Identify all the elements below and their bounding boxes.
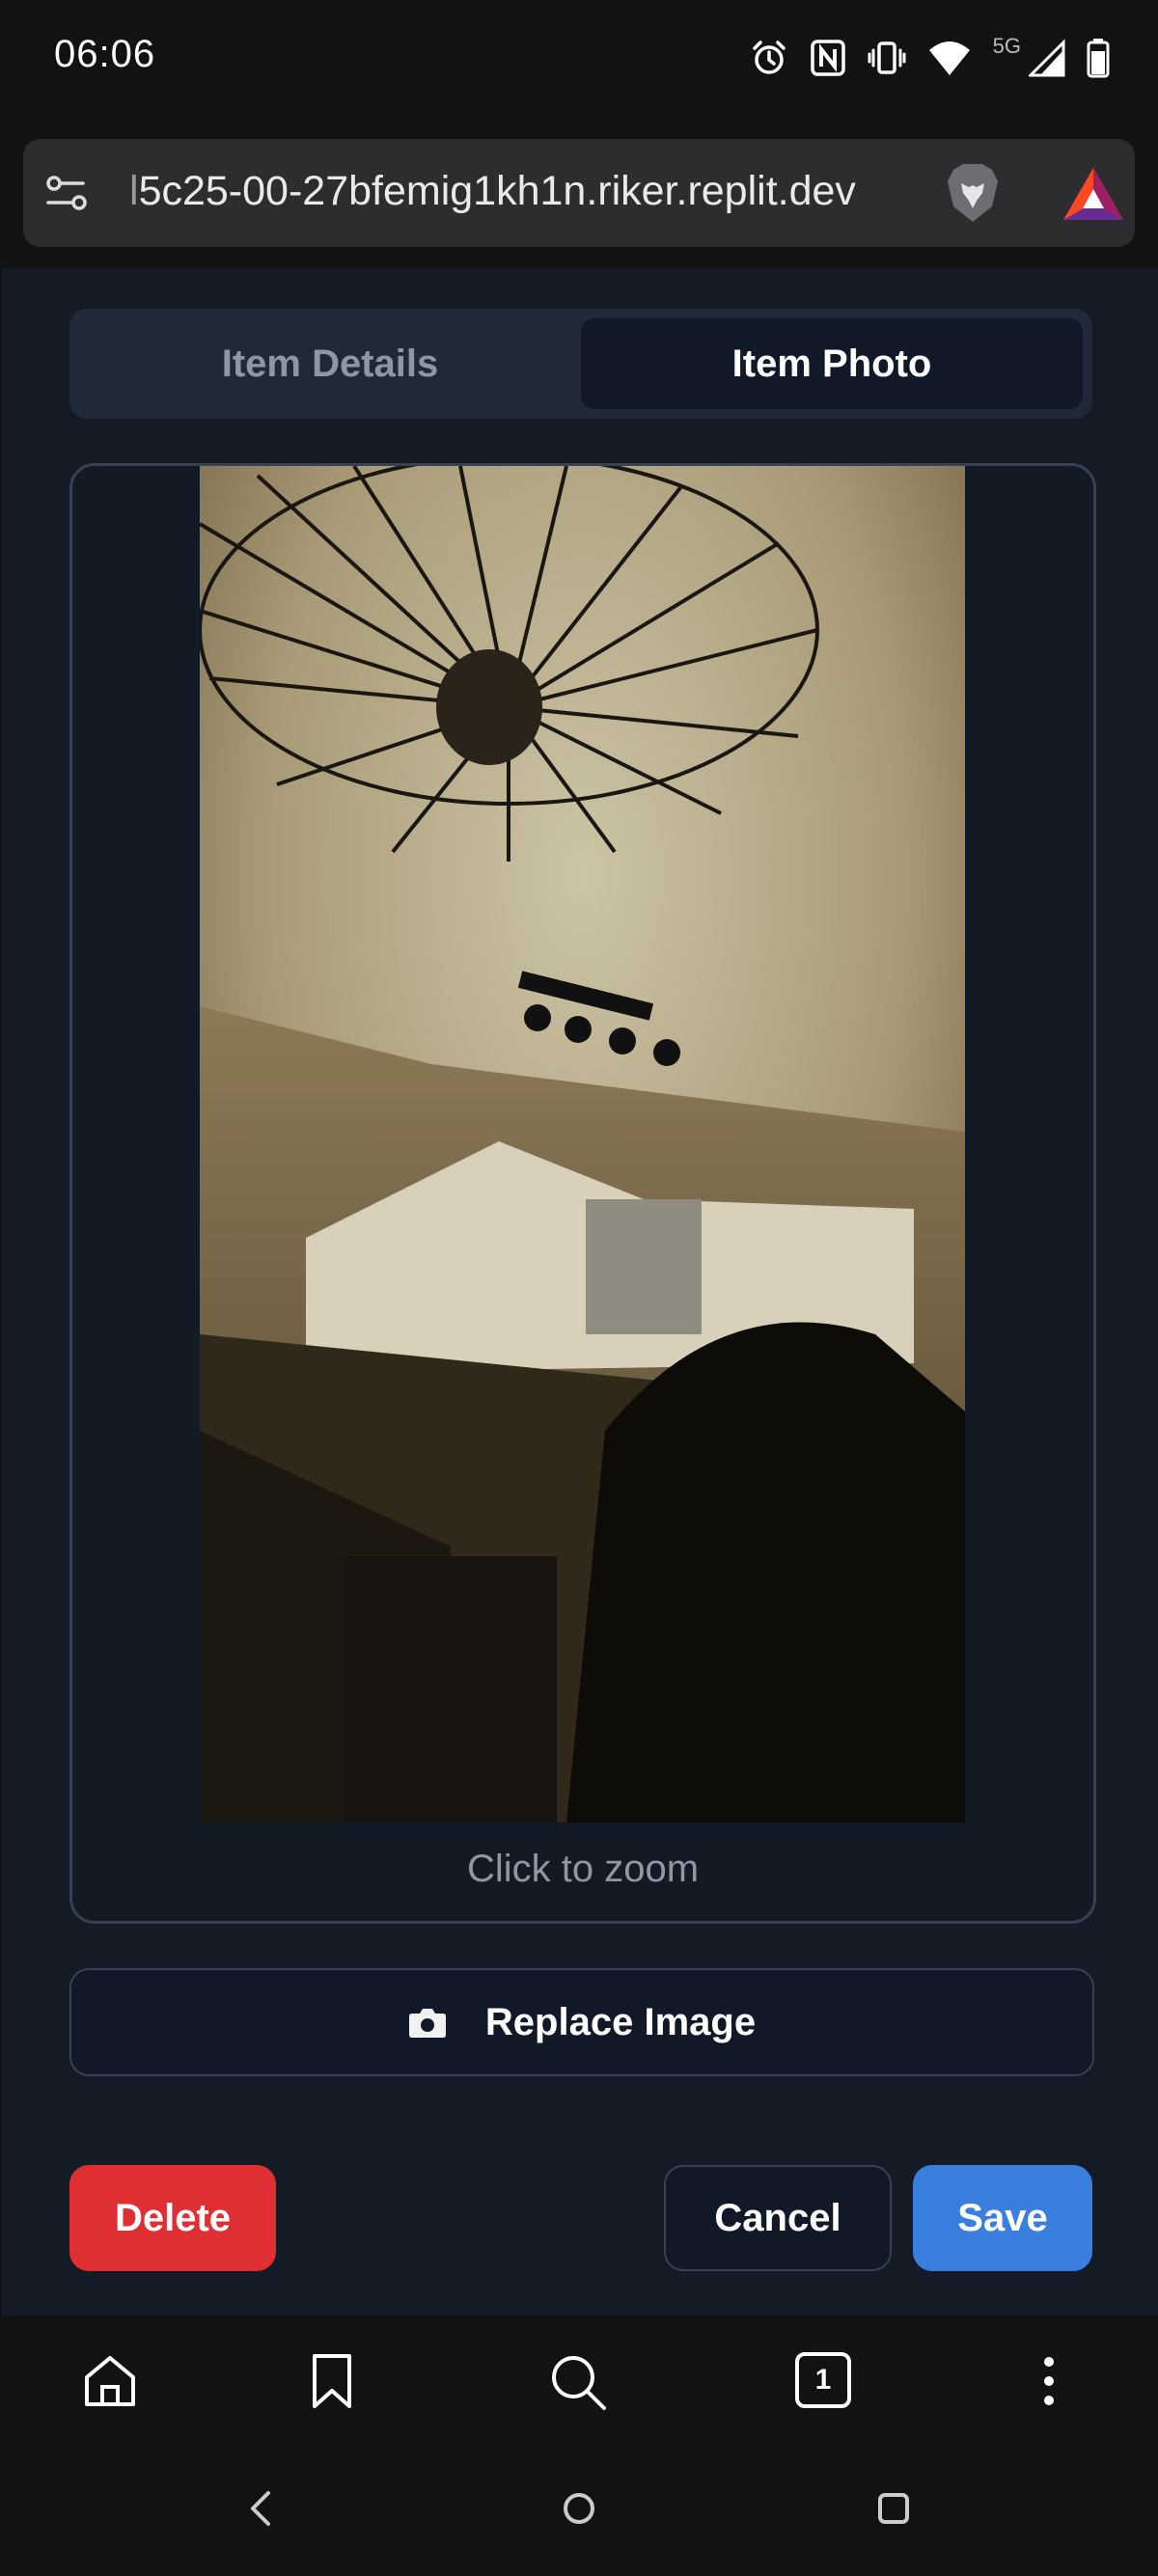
url-faded-prefix: l <box>129 168 139 214</box>
bookmark-icon[interactable] <box>307 2352 357 2410</box>
tabs-icon[interactable]: 1 <box>795 2352 851 2408</box>
cancel-button[interactable]: Cancel <box>664 2165 892 2271</box>
camera-icon <box>408 2009 446 2038</box>
network-type-label: 5G <box>992 34 1021 58</box>
zoom-hint: Click to zoom <box>466 1848 700 1890</box>
site-settings-icon[interactable] <box>41 166 95 220</box>
status-icons: 5G <box>750 31 1110 85</box>
tab-item-details[interactable]: Item Details <box>79 318 581 409</box>
nfc-icon <box>810 40 845 76</box>
signal-icon <box>1029 39 1065 77</box>
wifi-icon <box>928 41 970 75</box>
bat-rewards-icon[interactable] <box>1060 164 1127 224</box>
url-bar[interactable]: l5c25-00-27bfemig1kh1n.riker.replit.dev <box>23 139 1135 247</box>
item-photo[interactable] <box>200 466 965 1822</box>
home-icon[interactable] <box>81 2352 139 2410</box>
battery-icon <box>1087 39 1110 78</box>
system-nav-bar <box>0 2451 1158 2576</box>
photo-card[interactable]: Click to zoom <box>69 463 1096 1924</box>
back-icon[interactable] <box>241 2487 280 2530</box>
url-host: 5c25-00-27bfemig1kh1n.riker.replit.dev <box>138 168 856 214</box>
alarm-icon <box>752 41 786 74</box>
home-circle-icon[interactable] <box>558 2487 600 2530</box>
replace-image-label: Replace Image <box>484 2000 757 2043</box>
search-icon[interactable] <box>548 2352 608 2412</box>
recents-icon[interactable] <box>872 2487 915 2530</box>
browser-bottom-bar: 1 <box>0 2316 1158 2451</box>
delete-button[interactable]: Delete <box>69 2165 276 2271</box>
item-photo-image <box>200 466 965 1822</box>
replace-image-button[interactable]: Replace Image <box>69 1968 1094 2076</box>
brave-shields-icon[interactable] <box>938 158 1007 228</box>
tab-item-photo[interactable]: Item Photo <box>581 318 1083 409</box>
url-text[interactable]: l5c25-00-27bfemig1kh1n.riker.replit.dev <box>129 168 921 215</box>
item-editor: Item Details Item Photo Click to zoom Re… <box>0 268 1158 2316</box>
tab-bar: Item Details Item Photo <box>69 309 1092 419</box>
status-time: 06:06 <box>54 33 156 75</box>
more-icon[interactable] <box>1034 2352 1063 2410</box>
vibrate-icon <box>868 41 906 74</box>
tab-count: 1 <box>814 2364 832 2396</box>
status-bar: 06:06 5G <box>0 0 1158 116</box>
save-button[interactable]: Save <box>913 2165 1092 2271</box>
